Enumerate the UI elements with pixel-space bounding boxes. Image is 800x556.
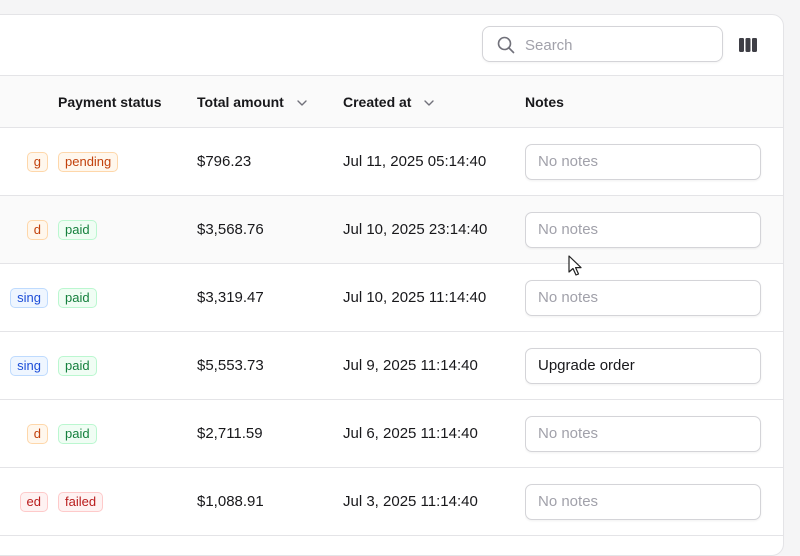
created-at-cell: Jul 11, 2025 05:14:40: [343, 153, 487, 170]
table-row[interactable]: g pending $796.23 Jul 11, 2025 05:14:40: [0, 128, 783, 196]
notes-input[interactable]: [525, 415, 761, 452]
fulfillment-cell: d: [0, 400, 58, 468]
header-notes-label: Notes: [525, 93, 564, 110]
table-row[interactable]: sing paid $3,319.47 Jul 10, 2025 11:14:40: [0, 264, 783, 332]
header-payment-status[interactable]: Payment status: [58, 76, 197, 128]
notes-cell: [525, 196, 783, 264]
header-created-at[interactable]: Created at: [343, 76, 525, 128]
fulfillment-status-badge: ed: [19, 491, 48, 512]
payment-status-cell: paid: [58, 196, 197, 264]
fulfillment-cell: d: [0, 196, 58, 264]
fulfillment-cell: g: [0, 128, 58, 196]
header-created-at-label: Created at: [343, 93, 412, 110]
payment-status-badge: failed: [58, 491, 104, 512]
fulfillment-status-badge: sing: [10, 287, 48, 308]
notes-input[interactable]: [525, 279, 761, 316]
created-at-cell: Jul 6, 2025 11:14:40: [343, 425, 478, 442]
created-at-cell: Jul 9, 2025 11:14:40: [343, 357, 478, 374]
notes-input[interactable]: [525, 211, 761, 248]
payment-status-badge: paid: [58, 423, 97, 444]
total-amount-cell: $3,568.76: [197, 221, 264, 238]
total-amount-cell: $2,711.59: [197, 425, 263, 442]
orders-panel: Payment status Total amount Created at N…: [0, 14, 784, 556]
fulfillment-status-badge: d: [26, 423, 48, 444]
payment-status-badge: paid: [58, 355, 97, 376]
payment-status-badge: pending: [58, 151, 119, 172]
chevron-down-icon[interactable]: [296, 97, 308, 109]
header-total-amount-label: Total amount: [197, 93, 284, 110]
notes-cell: [525, 468, 783, 536]
columns-icon[interactable]: [737, 35, 759, 55]
total-amount-cell: $796.23: [197, 153, 252, 170]
table-row[interactable]: d paid $2,711.59 Jul 6, 2025 11:14:40: [0, 400, 783, 468]
search-icon: [497, 36, 515, 54]
fulfillment-status-badge: g: [26, 151, 48, 172]
created-at-cell: Jul 10, 2025 11:14:40: [343, 289, 487, 306]
notes-cell: [525, 264, 783, 332]
created-at-cell: Jul 10, 2025 23:14:40: [343, 221, 488, 238]
header-total-amount[interactable]: Total amount: [197, 76, 343, 128]
payment-status-cell: paid: [58, 400, 197, 468]
fulfillment-cell: sing: [0, 332, 58, 400]
payment-status-cell: paid: [58, 264, 197, 332]
fulfillment-cell: sing: [0, 264, 58, 332]
search-input[interactable]: [523, 27, 717, 63]
notes-cell: [525, 128, 783, 196]
notes-input[interactable]: [525, 143, 761, 180]
total-amount-cell: $5,553.73: [197, 357, 264, 374]
table-toolbar: [0, 15, 783, 75]
notes-cell: [525, 400, 783, 468]
table-row[interactable]: ed failed $1,088.91 Jul 3, 2025 11:14:40: [0, 468, 783, 536]
search-box[interactable]: [482, 26, 723, 63]
payment-status-cell: paid: [58, 332, 197, 400]
notes-input[interactable]: [525, 347, 761, 384]
fulfillment-status-badge: d: [26, 219, 48, 240]
table-row[interactable]: sing paid $5,553.73 Jul 9, 2025 11:14:40: [0, 332, 783, 400]
total-amount-cell: $3,319.47: [197, 289, 264, 306]
chevron-down-icon[interactable]: [423, 97, 435, 109]
notes-cell: [525, 332, 783, 400]
fulfillment-status-badge: sing: [10, 355, 48, 376]
notes-input[interactable]: [525, 483, 761, 520]
total-amount-cell: $1,088.91: [197, 493, 264, 510]
header-payment-status-label: Payment status: [58, 93, 162, 110]
table-header-row: Payment status Total amount Created at N…: [0, 75, 783, 128]
payment-status-badge: paid: [58, 219, 97, 240]
created-at-cell: Jul 3, 2025 11:14:40: [343, 493, 478, 510]
payment-status-cell: pending: [58, 128, 197, 196]
header-notes: Notes: [525, 76, 783, 128]
header-fulfillment: [0, 76, 58, 128]
orders-table: Payment status Total amount Created at N…: [0, 75, 783, 536]
table-row[interactable]: d paid $3,568.76 Jul 10, 2025 23:14:40: [0, 195, 783, 264]
fulfillment-cell: ed: [0, 468, 58, 536]
payment-status-badge: paid: [58, 287, 97, 308]
payment-status-cell: failed: [58, 468, 197, 536]
